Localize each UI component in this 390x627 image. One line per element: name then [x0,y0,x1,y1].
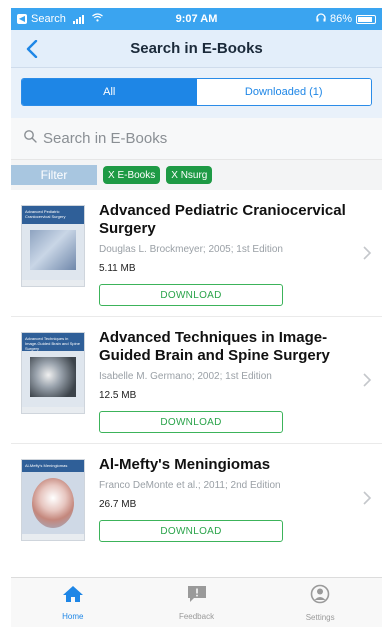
filter-row: Filter X E-Books X Nsurg [11,160,382,190]
book-info: Advanced Pediatric Craniocervical Surger… [99,202,372,306]
segmented-control: All Downloaded (1) [21,78,372,106]
book-meta: Douglas L. Brockmeyer; 2005; 1st Edition [99,244,283,255]
chevron-right-icon [362,490,372,506]
search-input[interactable] [43,130,343,147]
download-button[interactable]: DOWNLOAD [99,520,283,542]
nav-bar: Search in E-Books [11,30,382,68]
chevron-right-icon [362,245,372,261]
battery-icon [356,14,376,24]
status-right: 86% [316,13,376,25]
segment-downloaded[interactable]: Downloaded (1) [196,79,371,105]
filter-chip-nsurg[interactable]: X Nsurg [166,166,213,184]
tab-feedback[interactable]: Feedback [135,578,259,627]
book-size: 5.11 MB [99,263,136,274]
tab-settings[interactable]: Settings [258,578,382,627]
book-info: Al-Mefty's Meningiomas Franco DeMonte et… [99,456,372,542]
battery-percent: 86% [329,13,352,25]
settings-icon [310,584,330,609]
book-size: 12.5 MB [99,390,137,401]
segment-container: All Downloaded (1) [11,68,382,118]
segment-all[interactable]: All [22,79,197,105]
tab-bar: Home Feedback Settings [11,577,382,627]
wifi-icon [91,13,103,25]
book-list-item[interactable]: Advanced Pediatric Craniocervical Surger… [11,190,382,316]
app-frame: ◀ Search 9:07 AM 86% Search in E-Books A… [11,8,382,627]
headphones-icon [316,13,326,25]
back-to-app-icon[interactable]: ◀ [17,14,27,24]
book-list-item[interactable]: Al-Mefty's Meningiomas Al-Mefty's Mening… [11,443,382,552]
status-left: ◀ Search [17,13,103,25]
book-title: Al-Mefty's Meningiomas [99,456,271,473]
book-meta: Franco DeMonte et al.; 2011; 2nd Edition [99,480,281,491]
book-size: 26.7 MB [99,499,137,510]
filter-button[interactable]: Filter [11,165,97,185]
tab-label: Settings [305,612,335,622]
home-icon [62,585,84,608]
book-list-item[interactable]: Advanced Techniques in Image-Guided Brai… [11,316,382,443]
book-title: Advanced Pediatric Craniocervical Surger… [99,202,346,237]
chevron-right-icon [362,372,372,388]
tab-label: Home [62,611,84,621]
status-bar: ◀ Search 9:07 AM 86% [11,8,382,30]
book-cover-image: Al-Mefty's Meningiomas [21,459,85,541]
book-cover-image: Advanced Pediatric Craniocervical Surger… [21,205,85,287]
download-button[interactable]: DOWNLOAD [99,411,283,433]
book-meta: Isabelle M. Germano; 2002; 1st Edition [99,371,272,382]
page-title: Search in E-Books [130,40,263,57]
signal-icon [72,14,84,24]
feedback-icon [186,585,208,608]
book-info: Advanced Techniques in Image-Guided Brai… [99,329,372,433]
filter-chip-ebooks[interactable]: X E-Books [103,166,161,184]
search-icon [23,129,37,148]
tab-home[interactable]: Home [11,578,135,627]
book-cover-image: Advanced Techniques in Image-Guided Brai… [21,332,85,414]
search-bar [11,118,382,160]
download-button[interactable]: DOWNLOAD [99,284,283,306]
book-title: Advanced Techniques in Image-Guided Brai… [99,329,330,364]
back-arrow-icon[interactable] [21,38,43,60]
tab-label: Feedback [178,611,215,621]
status-carrier[interactable]: Search [31,13,66,25]
